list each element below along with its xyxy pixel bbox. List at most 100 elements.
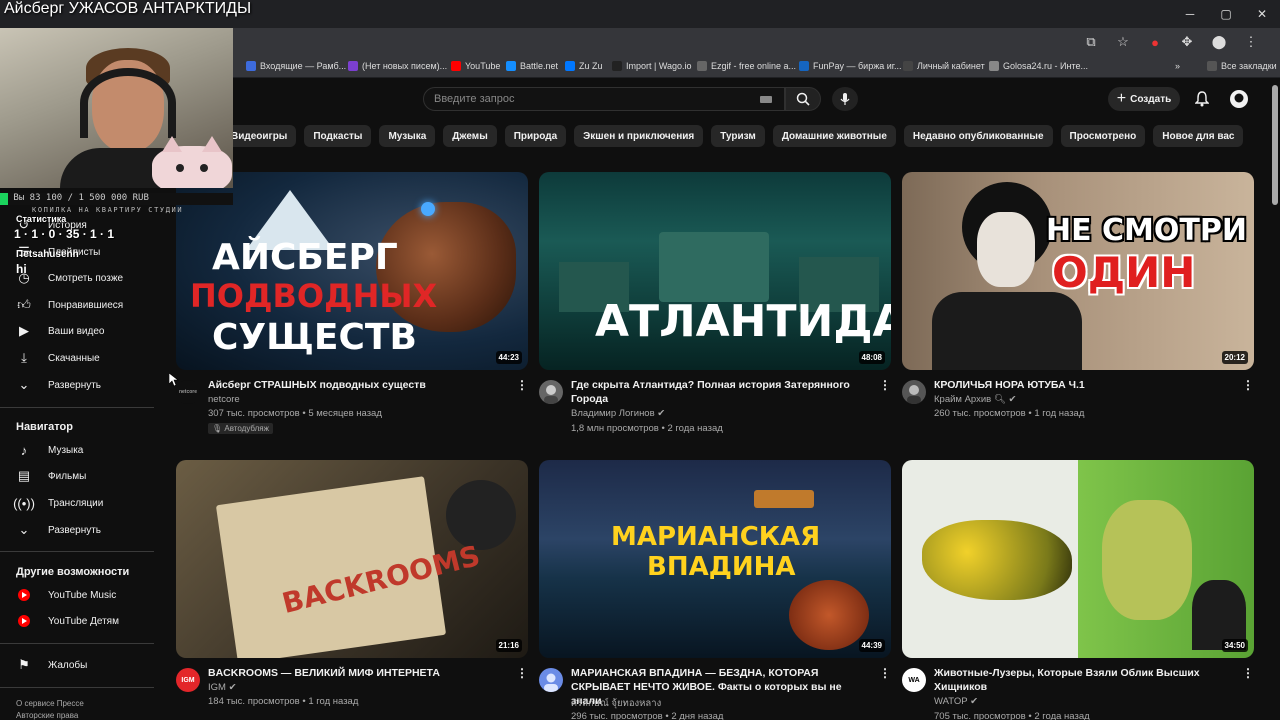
video-duration: 21:16 [495, 639, 522, 652]
minimize-icon[interactable]: ─ [1172, 0, 1208, 28]
channel-name[interactable]: Владимир Логинов ✔ [571, 408, 665, 419]
more-options-icon[interactable]: ⋮ [1242, 666, 1254, 682]
notifications-button[interactable] [1191, 88, 1213, 110]
channel-name[interactable]: IGM ✔ [208, 682, 237, 693]
maximize-icon[interactable]: ▢ [1208, 0, 1244, 28]
auto-dub-badge: 🎙︎ Автодубляж [208, 423, 273, 434]
thumbnail-text: ВПАДИНА [647, 552, 796, 582]
channel-avatar[interactable] [539, 380, 563, 404]
chip[interactable]: Новое для вас [1153, 125, 1244, 147]
more-options-icon[interactable]: ⋮ [516, 666, 528, 682]
bookmark-item[interactable]: Личный кабинет [903, 61, 985, 71]
chip[interactable]: Подкасты [304, 125, 372, 147]
sidebar-item-liked[interactable]: 👍︎ Понравившиеся [0, 292, 160, 318]
video-duration: 44:39 [858, 639, 885, 652]
account-icon [1230, 90, 1248, 108]
bookmark-item[interactable]: (Нет новых писем)... [348, 61, 447, 71]
bookmark-item[interactable]: Zu Zu [565, 61, 603, 71]
bookmark-item[interactable]: Ezgif - free online a... [697, 61, 796, 71]
chip[interactable]: Экшен и приключения [574, 125, 704, 147]
video-metadata: 260 тыс. просмотров • 1 год назад [934, 408, 1085, 419]
more-options-icon[interactable]: ⋮ [879, 666, 891, 682]
channel-avatar[interactable]: WA [902, 668, 926, 692]
sidebar-item-music[interactable]: ♪ Музыка [0, 437, 160, 463]
bookmarks-overflow-icon[interactable]: » [1175, 61, 1180, 71]
sidebar-item-live[interactable]: ((•)) Трансляции [0, 490, 160, 516]
chip[interactable]: Домашние животные [772, 125, 896, 147]
install-app-icon[interactable]: ⧉ [1082, 33, 1100, 51]
sidebar-item-your-videos[interactable]: ▶ Ваши видео [0, 318, 160, 344]
chip[interactable]: Туризм [711, 125, 765, 147]
sidebar-item-expand[interactable]: ⌄ Развернуть [0, 372, 160, 398]
channel-name[interactable]: netcore [208, 394, 240, 405]
channel-avatar[interactable]: IGM [176, 668, 200, 692]
video-title[interactable]: Где скрыта Атлантида? Полная история Зат… [571, 378, 871, 406]
bookmark-item[interactable]: Import | Wago.io [612, 61, 692, 71]
extension-red-icon[interactable]: ● [1146, 33, 1164, 51]
bookmark-item[interactable]: Golosa24.ru - Инте... [989, 61, 1088, 71]
chip[interactable]: Недавно опубликованные [903, 125, 1053, 147]
channel-name[interactable]: ศิริลักษณ์ จุ้ยทองหลาง [571, 696, 661, 711]
verified-icon: ✔ [228, 682, 237, 693]
sidebar-divider [0, 687, 154, 688]
create-button[interactable]: + Создать [1108, 87, 1180, 111]
more-options-icon[interactable]: ⋮ [516, 378, 528, 394]
chip[interactable]: Музыка [379, 125, 436, 147]
more-options-icon[interactable]: ⋮ [879, 378, 891, 394]
sidebar-item-youtube-music[interactable]: YouTube Music [0, 582, 160, 608]
channel-name[interactable]: Крайм Архив 🔍︎ ✔ [934, 394, 1017, 405]
bookmark-item[interactable]: Battle.net [506, 61, 558, 71]
extensions-icon[interactable]: ✥ [1178, 33, 1196, 51]
sidebar-footer-links[interactable]: О сервисе Прессе [16, 699, 84, 708]
search-input[interactable] [424, 88, 744, 110]
search-icon [796, 92, 810, 106]
bookmark-item[interactable]: FunPay — биржа иг... [799, 61, 901, 71]
thumbnail-text: СУЩЕСТВ [212, 317, 417, 358]
chip[interactable]: Джемы [443, 125, 497, 147]
video-title[interactable]: Айсберг СТРАШНЫХ подводных существ [208, 378, 508, 392]
close-icon[interactable]: ✕ [1244, 0, 1280, 28]
profile-icon[interactable]: ⬤ [1210, 33, 1228, 51]
video-thumbnail[interactable]: 34:50 [902, 460, 1254, 658]
video-metadata: 1,8 млн просмотров • 2 года назад [571, 423, 723, 434]
channel-avatar[interactable] [902, 380, 926, 404]
video-thumbnail[interactable]: НЕ СМОТРИ ОДИН 20:12 [902, 172, 1254, 370]
video-thumbnail[interactable]: АТЛАНТИДА 48:08 [539, 172, 891, 370]
chip[interactable]: Просмотрено [1060, 125, 1146, 147]
video-title[interactable]: BACKROOMS — ВЕЛИКИЙ МИФ ИНТЕРНЕТА [208, 666, 508, 680]
chip[interactable]: Видеоигры [222, 125, 297, 147]
sidebar-item-downloads[interactable]: ⤓ Скачанные [0, 345, 160, 371]
bookmark-item[interactable]: YouTube [451, 61, 500, 71]
video-thumbnail[interactable]: BACKROOMS 21:16 [176, 460, 528, 658]
bookmark-item[interactable]: Входящие — Рамб... [246, 61, 346, 71]
chip[interactable]: Природа [504, 125, 567, 147]
bookmark-star-icon[interactable]: ☆ [1114, 33, 1132, 51]
stats-username: Пetsahusenh [16, 249, 79, 260]
channel-avatar[interactable]: netcore [176, 380, 200, 404]
sidebar-item-films[interactable]: ▤ Фильмы [0, 463, 160, 489]
channel-name[interactable]: WATOP ✔ [934, 696, 978, 707]
sidebar-section-title: Другие возможности [16, 566, 130, 578]
video-thumbnail[interactable]: МАРИАНСКАЯ ВПАДИНА 44:39 [539, 460, 891, 658]
video-title[interactable]: КРОЛИЧЬЯ НОРА ЮТУБА Ч.1 [934, 378, 1234, 392]
sidebar-item-reports[interactable]: ⚑ Жалобы [0, 652, 160, 678]
sidebar-item-expand-nav[interactable]: ⌄ Развернуть [0, 517, 160, 543]
more-options-icon[interactable]: ⋮ [1242, 378, 1254, 394]
sidebar-footer-links[interactable]: Авторские права [16, 711, 78, 720]
voice-search-button[interactable] [832, 87, 858, 111]
search-button[interactable] [785, 87, 821, 111]
account-avatar[interactable] [1228, 88, 1250, 110]
page-scrollbar[interactable] [1272, 85, 1278, 205]
ruins-image [659, 232, 769, 302]
video-metadata: 296 тыс. просмотров • 2 дня назад [571, 711, 724, 720]
all-bookmarks-item[interactable]: Все закладки [1207, 61, 1277, 71]
verified-icon: ✔ [970, 696, 979, 707]
video-duration: 34:50 [1221, 639, 1248, 652]
video-title[interactable]: Животные-Лузеры, Которые Взяли Облик Выс… [934, 666, 1234, 694]
keyboard-icon[interactable] [760, 96, 772, 103]
menu-icon[interactable]: ⋮ [1242, 33, 1260, 51]
category-chips: Видеоигры Подкасты Музыка Джемы Природа … [222, 125, 1244, 147]
sidebar-item-youtube-kids[interactable]: YouTube Детям [0, 608, 160, 634]
channel-avatar[interactable] [539, 668, 563, 692]
video-duration: 20:12 [1221, 351, 1248, 364]
